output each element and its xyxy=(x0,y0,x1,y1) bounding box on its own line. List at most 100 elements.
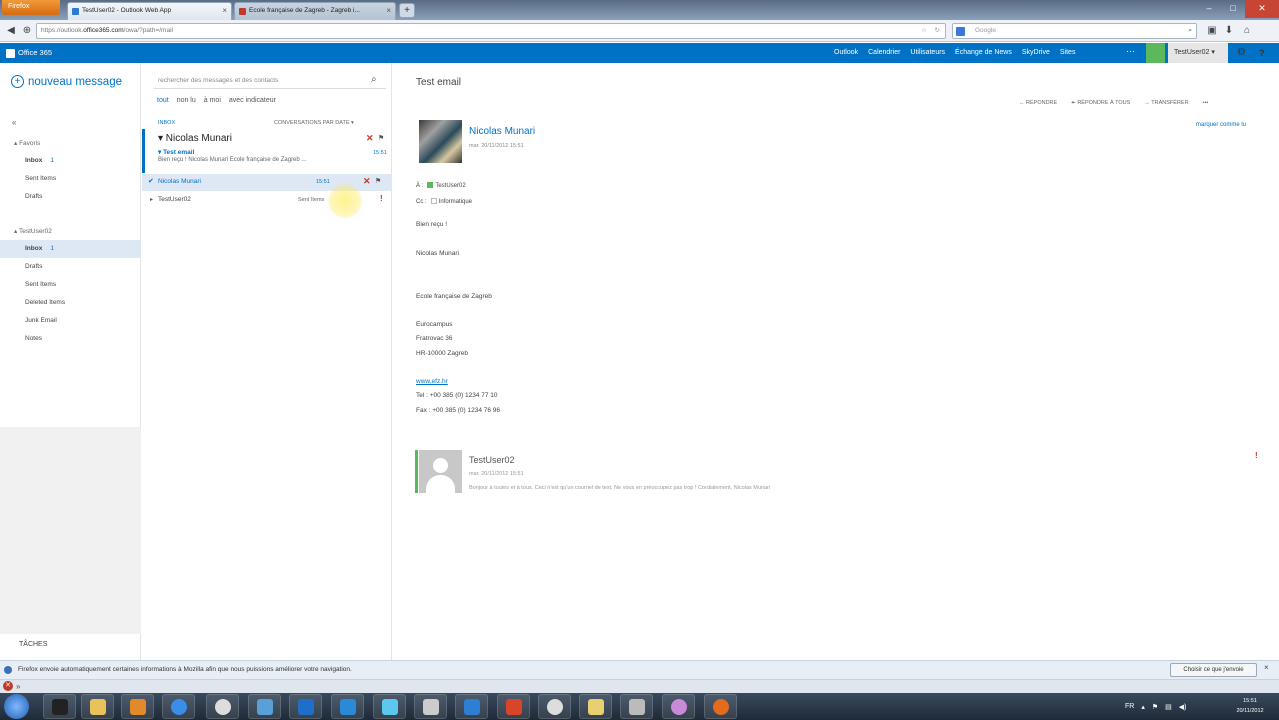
taskbar-app-icon[interactable] xyxy=(373,694,406,719)
close-icon[interactable]: × xyxy=(1264,663,1269,672)
volume-icon[interactable]: ◀) xyxy=(1179,703,1187,711)
page-menu-icon[interactable]: ▣ xyxy=(1205,24,1219,38)
taskbar-app-icon[interactable] xyxy=(206,694,239,719)
folder-junk[interactable]: Junk Email xyxy=(0,312,141,330)
url-bar[interactable]: https://outlook.office365.com/owa/?path=… xyxy=(36,23,946,39)
folder-sent[interactable]: Sent Items xyxy=(0,276,141,294)
taskbar-explorer-icon[interactable] xyxy=(81,694,114,719)
firefox-menu-button[interactable]: Firefox xyxy=(2,0,60,15)
fav-folder-inbox[interactable]: Inbox 1 xyxy=(0,152,141,170)
chevron-right-icon[interactable]: » xyxy=(16,680,20,693)
account-header[interactable]: ▴ TestUser02 xyxy=(14,227,52,235)
folder-drafts[interactable]: Drafts xyxy=(0,258,141,276)
flag-icon[interactable]: ⚑ xyxy=(375,177,381,185)
taskbar-app-icon[interactable] xyxy=(579,694,612,719)
taskbar-outlook-icon[interactable] xyxy=(289,694,322,719)
flag-icon[interactable]: ⚑ xyxy=(1152,703,1158,711)
sort-dropdown[interactable]: CONVERSATIONS PAR DATE ▾ xyxy=(274,120,354,126)
start-button[interactable] xyxy=(4,694,29,719)
nav-utilisateurs[interactable]: Utilisateurs xyxy=(905,43,950,63)
taskbar-app-icon[interactable] xyxy=(620,694,653,719)
nav-echange-news[interactable]: Échange de News xyxy=(950,43,1017,63)
filter-to-me[interactable]: à moi xyxy=(204,97,221,104)
minimize-button[interactable]: – xyxy=(1197,0,1221,18)
google-icon[interactable] xyxy=(956,27,965,36)
maximize-button[interactable]: □ xyxy=(1221,0,1245,18)
taskbar-app-icon[interactable] xyxy=(662,694,695,719)
website-link[interactable]: www.efz.hr xyxy=(416,378,448,385)
close-addon-bar-icon[interactable]: ✕ xyxy=(3,681,13,691)
search-input[interactable]: rechercher des messages et des contacts xyxy=(154,73,386,89)
new-tab-button[interactable]: + xyxy=(399,3,415,18)
bookmark-star-icon[interactable]: ☆ xyxy=(921,24,927,38)
more-apps-button[interactable]: ··· xyxy=(1126,43,1135,60)
reply-sender-name[interactable]: TestUser02 xyxy=(469,455,515,465)
reply-avatar[interactable] xyxy=(419,450,462,493)
cc-recipient[interactable]: Informatique xyxy=(439,199,472,205)
delete-icon[interactable]: ✕ xyxy=(363,176,371,187)
back-arrow-icon[interactable]: ◀ xyxy=(4,24,18,38)
mark-as-read-link[interactable]: marquer comme lu xyxy=(1196,122,1246,128)
download-icon[interactable]: ⬇ xyxy=(1222,24,1236,38)
forward-button[interactable]: → TRANSFÉRER xyxy=(1144,100,1188,106)
user-menu[interactable]: TestUser02 ▾ xyxy=(1168,43,1228,63)
show-hidden-icons[interactable]: ▴ xyxy=(1141,703,1145,711)
folder-inbox[interactable]: Inbox 1 xyxy=(0,240,141,258)
conversation-row[interactable]: ▾ Nicolas Munari ▾ Test email Bien reçu … xyxy=(142,129,392,173)
tasks-link[interactable]: TÂCHES xyxy=(19,641,47,648)
nav-skydrive[interactable]: SkyDrive xyxy=(1017,43,1055,63)
taskbar-media-icon[interactable] xyxy=(121,694,154,719)
taskbar-firefox-icon[interactable] xyxy=(704,694,737,719)
clock[interactable]: 15:51 20/11/2012 xyxy=(1226,696,1274,716)
taskbar-app-icon[interactable] xyxy=(497,694,530,719)
search-icon[interactable]: ⌕ xyxy=(371,74,377,85)
to-recipient[interactable]: TestUser02 xyxy=(435,183,465,189)
tab-close-icon[interactable]: × xyxy=(386,3,391,19)
reload-icon[interactable]: ↻ xyxy=(935,24,940,38)
favorites-header[interactable]: ▴ Favoris xyxy=(14,139,40,147)
new-message-button[interactable]: + nouveau message xyxy=(11,75,122,88)
filter-flagged[interactable]: avec indicateur xyxy=(229,97,276,104)
close-window-button[interactable]: ✕ xyxy=(1245,0,1279,18)
home-icon[interactable]: ⌂ xyxy=(1240,24,1254,38)
choose-data-button[interactable]: Choisir ce que j'envoie xyxy=(1170,663,1257,677)
taskbar-terminal-icon[interactable] xyxy=(43,694,76,719)
more-actions-button[interactable]: ••• xyxy=(1203,100,1209,106)
tab-close-icon[interactable]: × xyxy=(222,3,227,19)
sender-name[interactable]: Nicolas Munari xyxy=(469,126,535,137)
folder-notes[interactable]: Notes xyxy=(0,330,141,348)
taskbar-tools-icon[interactable] xyxy=(331,694,364,719)
flag-icon[interactable]: ⚑ xyxy=(378,134,384,142)
checkmark-icon[interactable]: ✔ xyxy=(148,177,154,185)
nav-outlook[interactable]: Outlook xyxy=(829,43,863,63)
taskbar-ie-icon[interactable] xyxy=(162,694,195,719)
gear-icon[interactable]: ⚙ xyxy=(1237,43,1246,63)
folder-label: Sent Items xyxy=(25,175,57,182)
taskbar-app-icon[interactable] xyxy=(455,694,488,719)
filter-all[interactable]: tout xyxy=(157,97,169,104)
folder-deleted[interactable]: Deleted Items xyxy=(0,294,141,312)
fav-folder-sent[interactable]: Sent Items xyxy=(0,170,141,188)
help-icon[interactable]: ? xyxy=(1259,43,1265,63)
language-indicator[interactable]: FR xyxy=(1125,703,1134,710)
reply-all-button[interactable]: ↞ RÉPONDRE À TOUS xyxy=(1071,100,1130,106)
nav-calendrier[interactable]: Calendrier xyxy=(863,43,905,63)
tab-outlook[interactable]: TestUser02 - Outlook Web App × xyxy=(67,2,232,20)
tab-ecole[interactable]: Ecole française de Zagreb - Zagreb i... … xyxy=(234,2,396,20)
o365-logo[interactable]: Office 365 xyxy=(6,43,52,63)
taskbar-app-icon[interactable] xyxy=(248,694,281,719)
network-icon[interactable]: ▤ xyxy=(1165,703,1172,711)
delete-icon[interactable]: ✕ xyxy=(366,133,374,144)
reply-preview[interactable]: Bonjour à toutes et à tous. Ceci n'est q… xyxy=(469,485,770,491)
reply-button[interactable]: ← RÉPONDRE xyxy=(1019,100,1057,106)
search-icon[interactable]: ⌕ xyxy=(1188,24,1192,38)
site-identity-icon[interactable]: ⊕ xyxy=(20,24,34,38)
taskbar-app-icon[interactable] xyxy=(414,694,447,719)
taskbar-app-icon[interactable] xyxy=(538,694,571,719)
search-bar[interactable]: Google ⌕ xyxy=(952,23,1197,39)
sender-avatar[interactable] xyxy=(419,120,462,163)
collapse-pane-icon[interactable]: « xyxy=(12,118,16,127)
filter-unread[interactable]: non lu xyxy=(177,97,196,104)
nav-sites[interactable]: Sites xyxy=(1055,43,1081,63)
fav-folder-drafts[interactable]: Drafts xyxy=(0,188,141,206)
